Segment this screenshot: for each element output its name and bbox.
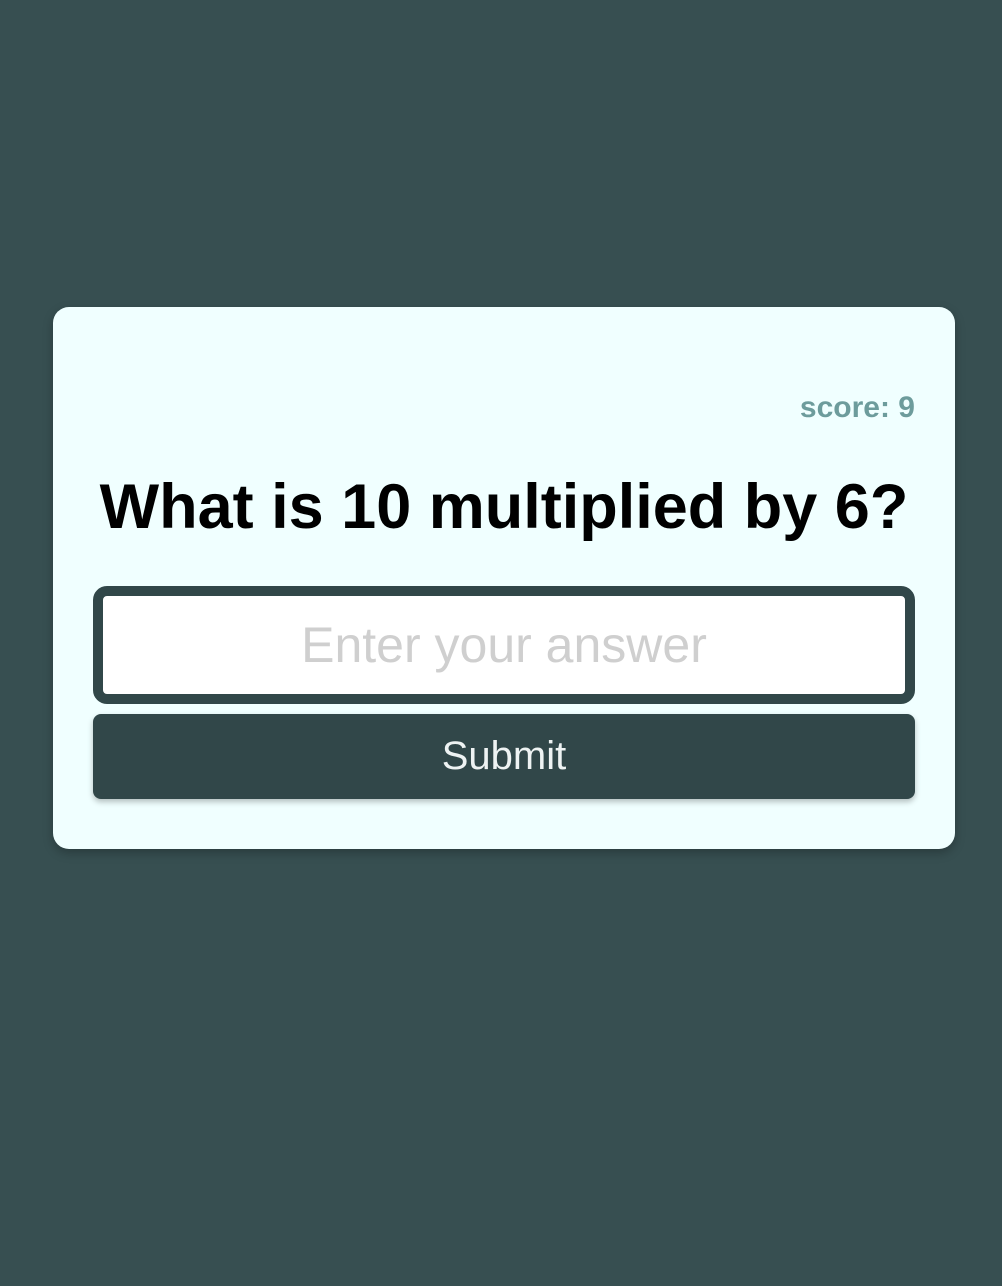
score-label: score: 9 <box>799 391 915 424</box>
quiz-card: score: 9 What is 10 multiplied by 6? Sub… <box>53 307 955 849</box>
answer-input[interactable] <box>93 586 915 704</box>
submit-button[interactable]: Submit <box>93 714 915 799</box>
question-text: What is 10 multiplied by 6? <box>99 472 909 542</box>
answer-field-container <box>93 586 915 704</box>
